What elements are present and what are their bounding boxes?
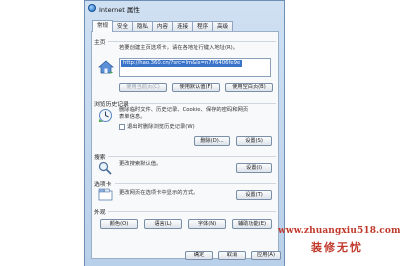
delete-on-exit-label: 退出时删除浏览历史记录(W) (127, 124, 195, 130)
appearance-divider (108, 211, 276, 212)
search-hint: 更改搜索默认值。 (119, 161, 162, 167)
tabs-divider (115, 183, 276, 184)
ok-button[interactable]: 确定 (185, 251, 213, 260)
history-hint-line1: 删除临时文件、历史记录、Cookie、保存的密码和网页 (119, 107, 249, 113)
home-divider (108, 41, 276, 42)
history-settings-button[interactable]: 设置(S) (236, 136, 272, 146)
home-hint: 若要创建主页选项卡，请在各地址行键入地址(R)。 (119, 45, 239, 51)
use-blank-button[interactable]: 使用空白页(B) (225, 83, 273, 92)
appearance-section-label: 外观 (94, 210, 106, 216)
home-page-icon (98, 60, 114, 74)
window-title: Internet 属性 (99, 6, 140, 14)
history-icon (99, 109, 112, 122)
delete-on-exit-checkbox[interactable] (119, 124, 125, 130)
tab-general[interactable]: 常规 (92, 20, 114, 32)
general-panel: 主页 若要创建主页选项卡，请在各地址行键入地址(R)。 http://hao.3… (91, 31, 279, 259)
internet-explorer-icon (88, 4, 96, 12)
home-page-url: http://hao.360.cn/?src=lm&ls=n776406fe9e (121, 60, 243, 67)
use-default-button[interactable]: 使用默认值(F) (172, 83, 220, 92)
colors-button[interactable]: 颜色(O) (100, 219, 138, 229)
watermark-name: 装修无忧 (311, 241, 363, 254)
accessibility-button[interactable]: 辅助功能(E) (232, 219, 272, 229)
home-page-url-field[interactable]: http://hao.360.cn/?src=lm&ls=n776406fe9e (119, 58, 271, 77)
tabs-settings-button[interactable]: 设置(T) (236, 190, 272, 200)
search-settings-button[interactable]: 设置(I) (236, 163, 272, 173)
internet-options-dialog: Internet 属性 常规 安全 隐私 内容 连接 程序 高级 主页 若要创建… (84, 0, 285, 266)
search-icon (98, 161, 112, 175)
languages-button[interactable]: 语言(L) (144, 219, 182, 229)
site-watermark: www.zhuangxiu518.com 装修无忧 (278, 226, 400, 255)
history-hint-line2: 表单信息。 (119, 114, 146, 120)
search-divider (108, 156, 276, 157)
cancel-button[interactable]: 取消 (218, 251, 246, 260)
search-section-label: 搜索 (94, 155, 106, 161)
home-section-label: 主页 (94, 40, 106, 46)
use-current-button[interactable]: 使用当前页(C) (119, 83, 167, 92)
tabs-hint: 更改网页在选项卡中显示的方式。 (119, 190, 199, 196)
delete-history-button[interactable]: 删除(D)... (194, 136, 230, 146)
title-bar: Internet 属性 (85, 1, 284, 15)
tabs-section-label: 选项卡 (94, 182, 112, 188)
history-divider (129, 103, 276, 104)
watermark-url: www.zhuangxiu518.com (278, 226, 400, 236)
tabs-icon (98, 188, 113, 201)
dialog-button-row: 确定 取消 应用(A) (85, 251, 284, 266)
apply-button[interactable]: 应用(A) (251, 251, 281, 260)
fonts-button[interactable]: 字体(N) (188, 219, 226, 229)
